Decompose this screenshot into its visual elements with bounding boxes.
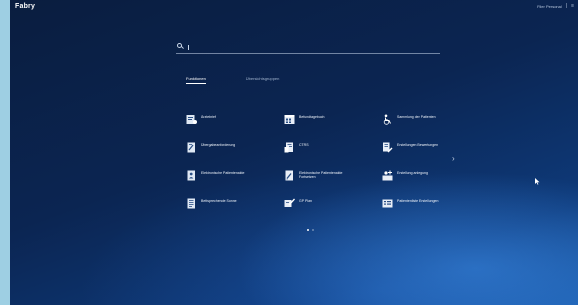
tile-uebergabeanforderung[interactable]: Übergabeanforderung (186, 142, 261, 153)
tile-label: Ärztebrief (201, 115, 216, 119)
calendar-icon (284, 114, 295, 125)
tile-label: Befundtagebuch (299, 115, 325, 119)
tile-patientenakte-fortsetzen[interactable]: Elektronische Patientenakte Fortsetzen (284, 170, 359, 181)
tile-label: CTRS (299, 143, 309, 147)
next-page-arrow-icon[interactable]: › (452, 155, 455, 163)
separator-icon: | (565, 2, 568, 9)
drug-list-icon (284, 142, 295, 153)
search-input[interactable] (189, 42, 431, 52)
wheelchair-icon (382, 114, 393, 125)
tile-gp-plan[interactable]: GP Plan (284, 198, 359, 209)
transfer-form-icon (186, 142, 197, 153)
top-right-area: Filer Personal | ≡ (537, 2, 574, 9)
edit-document-icon (284, 170, 295, 181)
tile-ctrs[interactable]: CTRS (284, 142, 359, 153)
page-dot[interactable] (312, 229, 314, 231)
page-indicator (307, 229, 314, 231)
app-name: Fabry (15, 2, 36, 10)
tile-aerztebrief[interactable]: Ärztebrief (186, 114, 261, 125)
tile-label: GP Plan (299, 199, 312, 203)
tile-sammlung-patienten[interactable]: Sammlung der Patienten (382, 114, 457, 125)
tile-erstellung-anlegung[interactable]: Erstellung anlegung (382, 170, 457, 181)
menu-icon[interactable]: ≡ (571, 3, 574, 9)
tile-label: Bettsprechende Sonne (201, 199, 237, 203)
user-name[interactable]: Filer Personal (537, 4, 562, 9)
tile-elektronische-patientenakte[interactable]: Elektronische Patientenakte (186, 170, 261, 181)
tile-label: Elektronische Patientenakte Fortsetzen (299, 171, 343, 180)
tile-label: Erstellung anlegung (397, 171, 428, 175)
mouse-pointer-icon (535, 178, 540, 185)
patient-file-icon (186, 170, 197, 181)
tile-erstellungen-bewertungen[interactable]: Erstellungen Bewertungen (382, 142, 457, 153)
tile-label: Elektronische Patientenakte (201, 171, 245, 175)
tab-uebersichtsgruppen[interactable]: Übersichtsgruppen (246, 76, 280, 84)
tile-label: Übergabeanforderung (201, 143, 236, 147)
left-side-strip (0, 0, 10, 305)
launchpad-window: Fabry Filer Personal | ≡ Funktionen Über… (10, 0, 578, 305)
top-bar: Fabry Filer Personal | ≡ (10, 0, 578, 12)
tab-funktionen[interactable]: Funktionen (186, 76, 206, 84)
report-icon (186, 198, 197, 209)
tablet-pen-icon (284, 198, 295, 209)
add-person-icon (382, 170, 393, 181)
tile-label: Sammlung der Patienten (397, 115, 436, 119)
doctor-letter-icon (186, 114, 197, 125)
tile-befundtagebuch[interactable]: Befundtagebuch (284, 114, 359, 125)
review-edit-icon (382, 142, 393, 153)
list-view-icon (382, 198, 393, 209)
search-bar[interactable] (176, 41, 440, 54)
tile-label: Patientenliste Erstellungen (397, 199, 439, 203)
tile-patientenliste-erstellungen[interactable]: Patientenliste Erstellungen (382, 198, 457, 209)
page-dot[interactable] (307, 229, 309, 231)
tile-label: Erstellungen Bewertungen (397, 143, 439, 147)
tab-bar: Funktionen Übersichtsgruppen (186, 76, 279, 84)
function-tiles: Ärztebrief Befundtagebuch Sammlung der P… (186, 114, 466, 214)
tile-bettsprechende-sonne[interactable]: Bettsprechende Sonne (186, 198, 261, 209)
search-icon (177, 43, 185, 51)
